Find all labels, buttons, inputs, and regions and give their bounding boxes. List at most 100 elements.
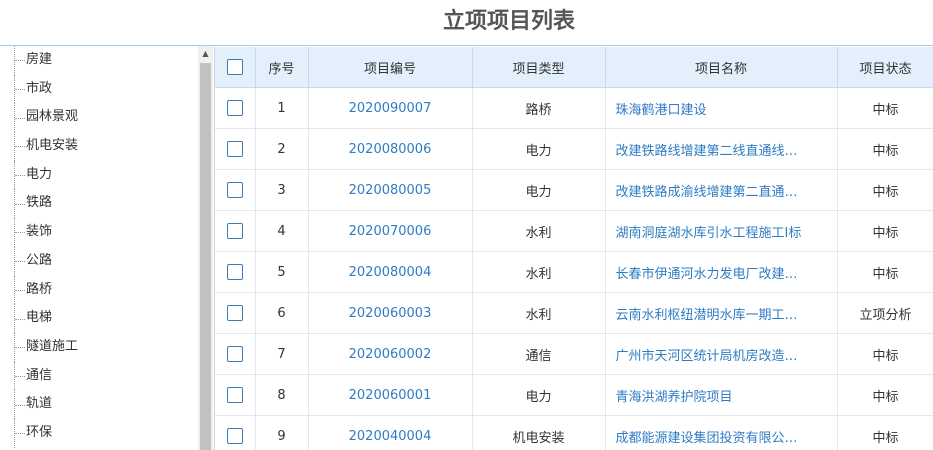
tree-item-tielu[interactable]: 铁路 <box>0 189 198 219</box>
project-name-link[interactable]: 青海洪湖养护院项目 <box>605 374 838 416</box>
tree-item-tongxin[interactable]: 通信 <box>0 361 198 391</box>
project-name-link[interactable]: 改建铁路线增建第二线直通线… <box>605 128 838 170</box>
tree-item-label: 电力 <box>26 166 53 182</box>
tree-item-huanbao[interactable]: 环保 <box>0 418 198 448</box>
project-name-link[interactable]: 湖南洞庭湖水库引水工程施工I标 <box>605 210 838 252</box>
project-status: 中标 <box>837 169 933 211</box>
tree-item-label: 机电安装 <box>26 138 79 154</box>
scrollbar-thumb[interactable] <box>200 63 211 450</box>
tree-item-zhuangshi[interactable]: 装饰 <box>0 218 198 247</box>
tree-item-label: 电梯 <box>26 310 53 326</box>
project-name-link[interactable]: 云南水利枢纽潜明水库一期工… <box>605 292 838 334</box>
project-type: 水利 <box>472 292 606 334</box>
project-code-link[interactable]: 2020080004 <box>308 251 473 293</box>
project-name-link[interactable]: 成都能源建设集团投资有限公… <box>605 415 838 450</box>
project-code-link[interactable]: 2020060001 <box>308 374 473 416</box>
tree-item-luqiao[interactable]: 路桥 <box>0 275 198 305</box>
row-seq: 9 <box>255 415 309 450</box>
column-header-status[interactable]: 项目状态 <box>837 47 933 88</box>
project-type: 电力 <box>472 128 606 170</box>
project-type: 机电安装 <box>472 415 606 450</box>
project-code-link[interactable]: 2020070006 <box>308 210 473 252</box>
project-status: 中标 <box>837 333 933 375</box>
row-select-cell <box>215 169 256 211</box>
tree-branch-line <box>14 332 25 362</box>
table-row[interactable]: 2 2020080006 电力 改建铁路线增建第二线直通线… 中标 <box>215 128 933 170</box>
table-row[interactable]: 3 2020080005 电力 改建铁路成渝线增建第二直通… 中标 <box>215 169 933 211</box>
row-select-cell <box>215 333 256 375</box>
tree-item-fangjian[interactable]: 房建 <box>0 46 198 75</box>
tree-item-label: 装饰 <box>26 224 53 240</box>
row-seq: 3 <box>255 169 309 211</box>
row-select-cell <box>215 292 256 334</box>
row-checkbox[interactable] <box>226 428 243 444</box>
row-checkbox[interactable] <box>226 223 243 239</box>
sidebar-scrollbar[interactable]: ▲ <box>198 46 213 450</box>
project-code-link[interactable]: 2020080005 <box>308 169 473 211</box>
row-checkbox[interactable] <box>226 346 243 362</box>
column-header-name[interactable]: 项目名称 <box>605 47 838 88</box>
select-all-cell <box>215 47 256 88</box>
row-checkbox[interactable] <box>226 100 243 116</box>
project-grid: 序号 项目编号 项目类型 项目名称 项目状态 1 2020090007 路桥 珠… <box>214 47 933 450</box>
table-row[interactable]: 9 2020040004 机电安装 成都能源建设集团投资有限公… 中标 <box>215 415 933 450</box>
project-name-link[interactable]: 长春市伊通河水力发电厂改建… <box>605 251 838 293</box>
scroll-up-arrow-icon[interactable]: ▲ <box>198 46 213 62</box>
tree-item-label: 市政 <box>26 80 53 96</box>
tree-branch-line <box>14 304 25 333</box>
category-tree: 房建 市政 园林景观 机电安装 电力 铁路 装饰 公路 路桥 电梯 隧道施工 通… <box>0 46 198 450</box>
project-name-link[interactable]: 广州市天河区统计局机房改造… <box>605 333 838 375</box>
tree-item-shizheng[interactable]: 市政 <box>0 74 198 104</box>
tree-item-guidao[interactable]: 轨道 <box>0 390 198 419</box>
column-header-seq[interactable]: 序号 <box>255 47 309 88</box>
project-code-link[interactable]: 2020060003 <box>308 292 473 334</box>
row-checkbox[interactable] <box>226 182 243 198</box>
project-code-link[interactable]: 2020060002 <box>308 333 473 375</box>
project-status: 中标 <box>837 87 933 129</box>
tree-item-yuanlin[interactable]: 园林景观 <box>0 103 198 133</box>
tree-item-label: 铁路 <box>26 195 53 211</box>
select-all-checkbox[interactable] <box>226 59 243 75</box>
project-code-link[interactable]: 2020090007 <box>308 87 473 129</box>
project-name-link[interactable]: 珠海鹤港口建设 <box>605 87 838 129</box>
table-row[interactable]: 4 2020070006 水利 湖南洞庭湖水库引水工程施工I标 中标 <box>215 210 933 252</box>
tree-item-jidian[interactable]: 机电安装 <box>0 132 198 161</box>
project-name-link[interactable]: 改建铁路成渝线增建第二直通… <box>605 169 838 211</box>
tree-branch-line <box>14 46 25 75</box>
table-row[interactable]: 7 2020060002 通信 广州市天河区统计局机房改造… 中标 <box>215 333 933 375</box>
table-header-row: 序号 项目编号 项目类型 项目名称 项目状态 <box>215 47 933 88</box>
tree-branch-line <box>14 132 25 161</box>
project-type: 水利 <box>472 251 606 293</box>
category-sidebar: 房建 市政 园林景观 机电安装 电力 铁路 装饰 公路 路桥 电梯 隧道施工 通… <box>0 46 213 450</box>
table-row[interactable]: 1 2020090007 路桥 珠海鹤港口建设 中标 <box>215 87 933 129</box>
row-checkbox[interactable] <box>226 141 243 157</box>
tree-item-suidao[interactable]: 隧道施工 <box>0 332 198 362</box>
tree-item-label: 公路 <box>26 252 53 268</box>
table-row[interactable]: 8 2020060001 电力 青海洪湖养护院项目 中标 <box>215 374 933 416</box>
row-seq: 2 <box>255 128 309 170</box>
project-code-link[interactable]: 2020040004 <box>308 415 473 450</box>
tree-branch-line <box>14 390 25 419</box>
table-row[interactable]: 6 2020060003 水利 云南水利枢纽潜明水库一期工… 立项分析 <box>215 292 933 334</box>
row-seq: 4 <box>255 210 309 252</box>
row-checkbox[interactable] <box>226 305 243 321</box>
tree-item-dianti[interactable]: 电梯 <box>0 304 198 333</box>
column-header-type[interactable]: 项目类型 <box>472 47 606 88</box>
tree-item-label: 通信 <box>26 367 53 383</box>
tree-branch-line <box>14 189 25 219</box>
column-header-code[interactable]: 项目编号 <box>308 47 473 88</box>
row-checkbox[interactable] <box>226 264 243 280</box>
tree-item-label: 轨道 <box>26 396 53 412</box>
project-status: 中标 <box>837 374 933 416</box>
project-type: 通信 <box>472 333 606 375</box>
row-checkbox[interactable] <box>226 387 243 403</box>
row-select-cell <box>215 128 256 170</box>
tree-branch-line <box>14 361 25 391</box>
tree-branch-line <box>14 418 25 448</box>
tree-item-label: 环保 <box>26 424 53 440</box>
tree-item-gonglu[interactable]: 公路 <box>0 246 198 276</box>
project-code-link[interactable]: 2020080006 <box>308 128 473 170</box>
table-row[interactable]: 5 2020080004 水利 长春市伊通河水力发电厂改建… 中标 <box>215 251 933 293</box>
tree-branch-line <box>14 275 25 305</box>
tree-item-dianli[interactable]: 电力 <box>0 160 198 190</box>
